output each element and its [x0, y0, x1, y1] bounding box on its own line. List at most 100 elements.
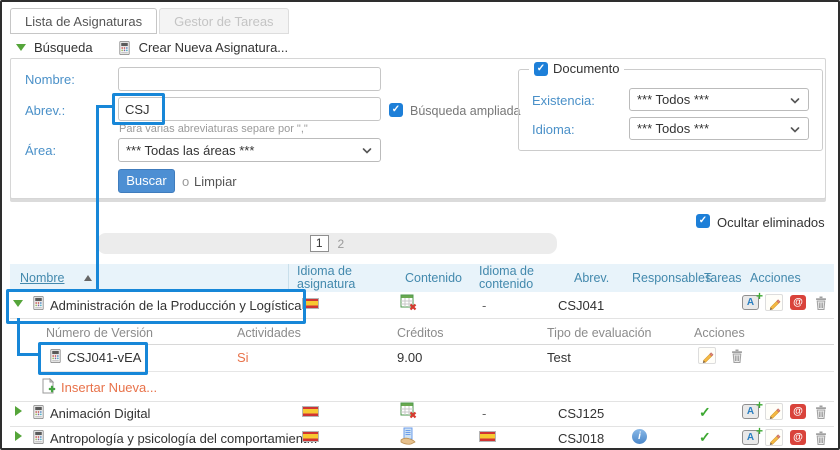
delete-icon[interactable]: [813, 429, 829, 447]
limpiar-link[interactable]: Limpiar: [194, 174, 237, 189]
flag-es-icon: [302, 406, 319, 417]
row-divider: [10, 318, 834, 319]
header-idioma-contenido: Idioma de contenido: [479, 264, 534, 291]
search-panel: Nombre: Abrev.: Para varias abreviaturas…: [10, 58, 826, 199]
header-contenido: Contenido: [405, 271, 462, 285]
content-missing-icon[interactable]: [399, 293, 417, 311]
area-select-value: *** Todas las áreas ***: [126, 142, 255, 158]
version-icon: [48, 347, 63, 365]
plus-badge: +: [755, 398, 763, 412]
area-select[interactable]: *** Todas las áreas ***: [118, 138, 381, 162]
annotation-connector-line: [17, 353, 38, 356]
content-language-dash: -: [482, 406, 487, 421]
existencia-select[interactable]: *** Todos ***: [629, 88, 809, 111]
insert-new-icon[interactable]: [40, 377, 56, 395]
edit-version-icon[interactable]: [698, 347, 716, 364]
row-abrev: CSJ125: [558, 406, 605, 421]
chevron-down-icon: [789, 92, 801, 107]
documento-label: Documento: [553, 61, 620, 76]
documento-checkbox[interactable]: ✓: [534, 61, 548, 76]
insert-new-link[interactable]: Insertar Nueva...: [61, 380, 157, 395]
edit-icon[interactable]: [765, 403, 783, 420]
toolbar: Búsqueda Crear Nueva Asignatura...: [16, 39, 288, 56]
edit-icon[interactable]: [765, 294, 783, 311]
search-toggle[interactable]: Búsqueda: [34, 40, 93, 55]
tab-lista-de-asignaturas[interactable]: Lista de Asignaturas: [10, 8, 158, 34]
content-delivered-icon[interactable]: [399, 427, 417, 445]
documento-fieldset: ✓ Documento Existencia: *** Todos *** Id…: [518, 61, 823, 151]
subheader-version: Número de Versión: [46, 326, 154, 340]
tasks-check-icon: ✓: [699, 404, 711, 420]
pagination: 1 2: [97, 233, 557, 254]
email-at-icon[interactable]: @: [790, 430, 806, 445]
ocultar-eliminados-checkbox[interactable]: ✓: [696, 214, 710, 228]
idioma-select-value: *** Todos ***: [637, 121, 710, 136]
collapse-row-icon[interactable]: [13, 300, 23, 307]
subheader-acciones: Acciones: [694, 326, 745, 340]
collapse-arrow-icon[interactable]: [16, 43, 26, 51]
translate-add-icon[interactable]: A +: [742, 424, 763, 445]
idioma-label: Idioma:: [532, 122, 575, 137]
header-nombre-sort[interactable]: Nombre: [20, 271, 64, 285]
row-abrev: CSJ041: [558, 298, 605, 313]
tab-gestor-de-tareas[interactable]: Gestor de Tareas: [159, 8, 289, 34]
existencia-select-value: *** Todos ***: [637, 92, 710, 107]
content-missing-icon[interactable]: [399, 401, 417, 419]
plus-badge: +: [755, 289, 763, 303]
email-at-icon[interactable]: @: [790, 404, 806, 419]
row-divider: [10, 426, 834, 427]
translate-add-icon[interactable]: A +: [742, 398, 763, 419]
subject-icon: [31, 428, 46, 446]
version-name[interactable]: CSJ041-vEA: [67, 350, 141, 365]
delete-version-icon[interactable]: [729, 347, 745, 365]
page-1[interactable]: 1: [309, 235, 329, 252]
expand-row-icon[interactable]: [15, 406, 22, 416]
subtable-divider: [40, 371, 834, 372]
row-name[interactable]: Animación Digital: [50, 406, 150, 421]
existencia-label: Existencia:: [532, 93, 595, 108]
subject-icon: [31, 294, 46, 312]
delete-icon[interactable]: [813, 294, 829, 312]
nombre-input[interactable]: [118, 67, 381, 91]
sort-asc-icon: [84, 275, 92, 281]
content-language-dash: -: [482, 298, 487, 313]
header-responsables: Responsables: [632, 271, 712, 285]
abrev-hint: Para varias abreviaturas separe por ",": [119, 123, 308, 135]
version-creditos: 9.00: [397, 350, 423, 365]
busqueda-ampliada-label: Búsqueda ampliada: [410, 104, 521, 118]
subject-icon: [31, 403, 46, 421]
or-text: o: [182, 174, 190, 189]
create-new-subject-button[interactable]: Crear Nueva Asignatura...: [139, 40, 289, 55]
abrev-input[interactable]: [118, 97, 381, 121]
subheader-creditos: Créditos: [397, 326, 444, 340]
header-divider: [288, 264, 289, 292]
tab-bar: Lista de Asignaturas Gestor de Tareas: [10, 8, 289, 34]
header-abrev: Abrev.: [574, 271, 610, 285]
subtable-divider: [40, 344, 834, 345]
responsables-info-icon[interactable]: i: [632, 429, 647, 444]
chevron-down-icon: [361, 143, 373, 158]
row-name[interactable]: Antropología y psicología del comportami…: [50, 431, 317, 446]
translate-add-icon[interactable]: A +: [742, 289, 763, 310]
expand-row-icon[interactable]: [15, 431, 22, 441]
edit-icon[interactable]: [765, 429, 783, 446]
idioma-select[interactable]: *** Todos ***: [629, 117, 809, 140]
delete-icon[interactable]: [813, 403, 829, 421]
busqueda-ampliada-checkbox[interactable]: ✓: [389, 103, 403, 117]
tasks-check-icon: ✓: [699, 429, 711, 445]
ocultar-eliminados-label: Ocultar eliminados: [717, 215, 825, 230]
email-at-icon[interactable]: @: [790, 295, 806, 310]
plus-badge: +: [755, 424, 763, 438]
version-actividades: Si: [237, 350, 249, 365]
area-label: Área:: [25, 143, 57, 158]
chevron-down-icon: [789, 121, 801, 136]
flag-es-icon: [302, 431, 319, 442]
annotation-connector-line: [17, 318, 20, 356]
header-acciones: Acciones: [750, 271, 801, 285]
header-tareas: Tareas: [704, 271, 742, 285]
buscar-button[interactable]: Buscar: [118, 169, 175, 193]
page-2[interactable]: 2: [338, 237, 345, 251]
abrev-label: Abrev.:: [25, 103, 66, 118]
row-name[interactable]: Administración de la Producción y Logíst…: [50, 298, 301, 313]
row-divider: [10, 401, 834, 402]
